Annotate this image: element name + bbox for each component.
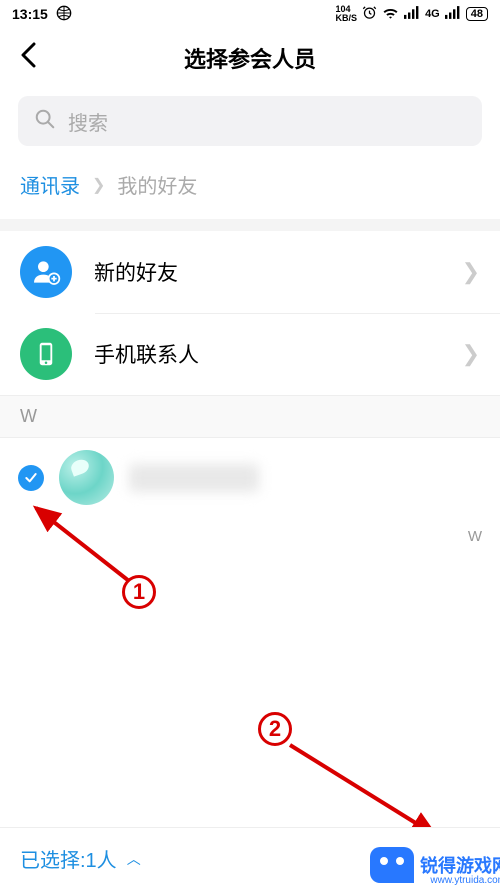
search-input[interactable]: 搜索 (18, 96, 482, 146)
phone-icon (20, 328, 72, 380)
alarm-icon (362, 5, 377, 23)
breadcrumb: 通讯录 ❯ 我的好友 (0, 160, 500, 219)
status-bar: 13:15 104KB/S 4G 48 (0, 0, 500, 28)
page-title: 选择参会人员 (184, 42, 316, 74)
watermark-logo-icon (370, 847, 414, 883)
chevron-right-icon: ❯ (462, 341, 480, 367)
contact-name-redacted (129, 464, 259, 492)
page-header: 选择参会人员 (0, 28, 500, 88)
net-speed: 104KB/S (336, 5, 358, 23)
battery-icon: 48 (466, 7, 488, 21)
phone-contacts-item[interactable]: 手机联系人 ❯ (0, 313, 500, 395)
search-icon (34, 108, 56, 135)
signal-icon (404, 6, 420, 22)
search-placeholder: 搜索 (68, 107, 108, 136)
add-friend-icon (20, 246, 72, 298)
wifi-icon (382, 6, 399, 23)
breadcrumb-current: 我的好友 (117, 170, 197, 199)
contact-avatar (59, 450, 114, 505)
phone-contacts-label: 手机联系人 (94, 339, 440, 369)
watermark: 锐得游戏网 www.ytruida.com (370, 847, 500, 883)
network-type: 4G (425, 8, 440, 20)
selected-count[interactable]: 已选择:1人 ︿ (20, 844, 141, 873)
back-button[interactable] (20, 42, 36, 75)
chevron-right-icon: ❯ (92, 175, 105, 195)
new-friends-item[interactable]: 新的好友 ❯ (0, 231, 500, 313)
index-letter[interactable]: W (468, 528, 482, 545)
status-time: 13:15 (12, 6, 48, 22)
annotation-arrow-1 (28, 500, 158, 600)
chevron-right-icon: ❯ (462, 259, 480, 285)
new-friends-label: 新的好友 (94, 257, 440, 287)
section-header: W (0, 395, 500, 438)
divider (0, 219, 500, 231)
watermark-url: www.ytruida.com (430, 875, 500, 886)
checkbox-checked[interactable] (18, 465, 44, 491)
breadcrumb-root[interactable]: 通讯录 (20, 170, 80, 199)
browser-icon (56, 5, 72, 24)
chevron-up-icon: ︿ (127, 849, 141, 869)
signal2-icon (445, 6, 461, 22)
footer-bar: 已选择:1人 ︿ 锐得游戏网 www.ytruida.com (0, 827, 500, 889)
